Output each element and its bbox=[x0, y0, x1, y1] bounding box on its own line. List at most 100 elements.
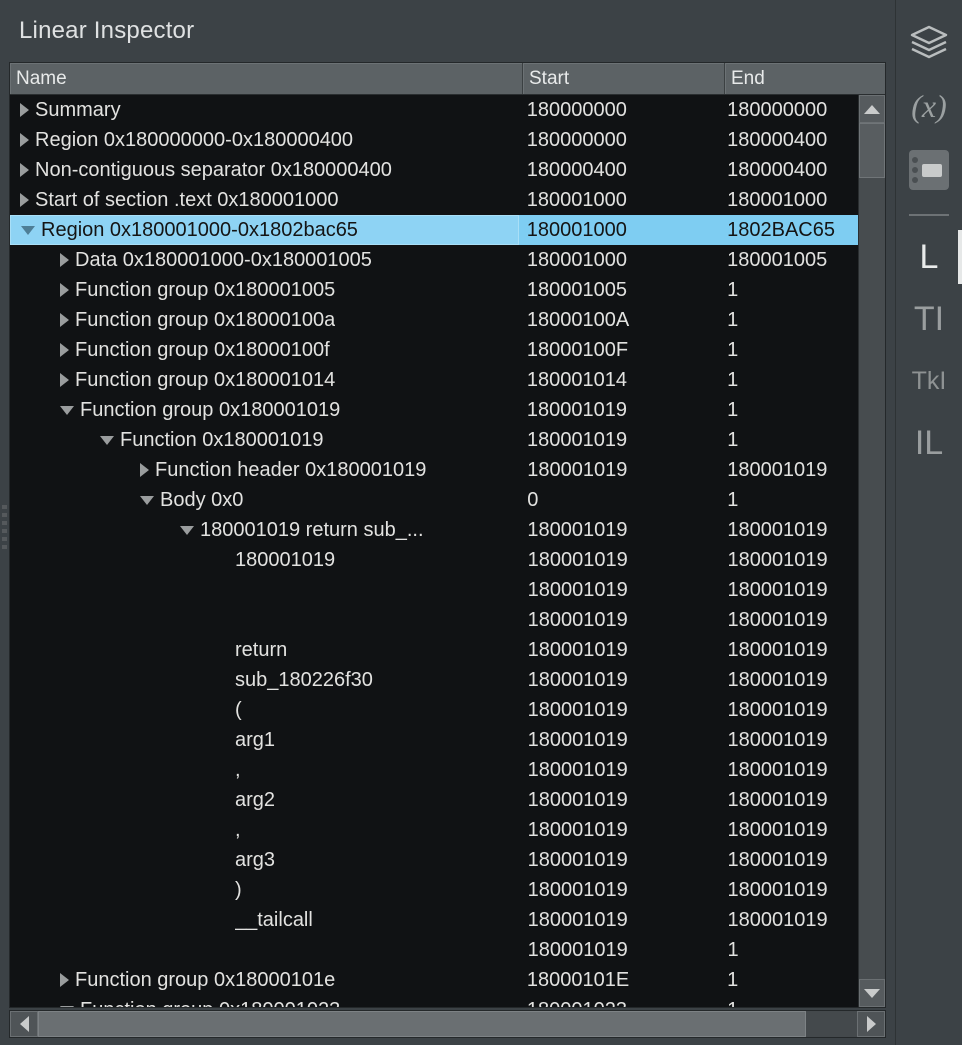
cell-end: 180001019 bbox=[727, 638, 828, 661]
cell-start: 180001019 bbox=[527, 458, 628, 481]
rail-tab-ti-label: TI bbox=[913, 299, 945, 338]
table-row[interactable]: Region 0x180000000-0x180000400 180000000 1… bbox=[10, 125, 858, 155]
cell-name: Function group 0x180001005 bbox=[10, 275, 519, 305]
cell-end: 1 bbox=[727, 428, 739, 451]
table-row[interactable]: Data 0x180001000-0x180001005 180001000 180… bbox=[10, 245, 858, 275]
table-row[interactable]: arg3 180001019 180001019 bbox=[10, 845, 858, 875]
horizontal-scroll-thumb[interactable] bbox=[38, 1011, 806, 1037]
table-row[interactable]: Non-contiguous separator 0x180000400 1800… bbox=[10, 155, 858, 185]
rail-tab-il[interactable]: IL bbox=[901, 412, 957, 474]
chevron-right-icon[interactable] bbox=[20, 193, 29, 207]
chevron-right-icon[interactable] bbox=[20, 163, 29, 177]
row-label: return bbox=[235, 638, 288, 661]
chevron-right-icon[interactable] bbox=[20, 103, 29, 117]
table-row[interactable]: (180001019 180001019 bbox=[10, 695, 858, 725]
chevron-down-icon[interactable] bbox=[21, 225, 35, 235]
chevron-down-icon[interactable] bbox=[60, 405, 74, 415]
chevron-right-icon[interactable] bbox=[140, 463, 149, 477]
linear-inspector-window: Linear Inspector Name Start End Summary 1… bbox=[0, 0, 962, 1045]
table-row[interactable]: 180001019 180001019 bbox=[10, 605, 858, 635]
table-row[interactable]: Function group 0x180001019 180001019 1 bbox=[10, 395, 858, 425]
chevron-down-icon[interactable] bbox=[180, 525, 194, 535]
table-row[interactable]: Function 0x180001019 180001019 1 bbox=[10, 425, 858, 455]
chevron-right-icon[interactable] bbox=[20, 133, 29, 147]
table-row[interactable]: 180001019 1 bbox=[10, 935, 858, 965]
chevron-right-icon[interactable] bbox=[60, 283, 69, 297]
cell-end: 180001019 bbox=[727, 728, 828, 751]
table-row[interactable]: return 180001019 180001019 bbox=[10, 635, 858, 665]
chevron-right-icon[interactable] bbox=[60, 373, 69, 387]
table-row[interactable]: ) 180001019 180001019 bbox=[10, 875, 858, 905]
table-row[interactable]: Function group 0x180001014 180001014 1 bbox=[10, 365, 858, 395]
cell-end: 180000400 bbox=[727, 128, 828, 151]
cell-name: 180001019 bbox=[10, 545, 520, 575]
table-row[interactable]: arg1 180001019 180001019 bbox=[10, 725, 858, 755]
table-row[interactable]: 180001019 180001019 bbox=[10, 575, 858, 605]
table-row[interactable]: 180001019 return sub_... 180001019 1800010… bbox=[10, 515, 858, 545]
table-row[interactable]: Region 0x180001000-0x1802bac65 180001000 1… bbox=[10, 215, 858, 245]
rail-tab-tki[interactable]: TkI bbox=[901, 350, 957, 412]
cell-end: 180001019 bbox=[727, 758, 828, 781]
horizontal-scrollbar[interactable] bbox=[9, 1010, 886, 1038]
chevron-down-icon[interactable] bbox=[140, 495, 154, 505]
row-label: Function group 0x180001019 bbox=[80, 398, 341, 421]
chevron-right-icon[interactable] bbox=[60, 253, 69, 267]
cell-start: 180001019 bbox=[527, 578, 628, 601]
row-label: Function group 0x18000100a bbox=[75, 308, 336, 331]
vertical-scroll-track[interactable] bbox=[859, 123, 885, 979]
column-header-start[interactable]: Start bbox=[523, 63, 725, 94]
chevron-down-icon[interactable] bbox=[100, 435, 114, 445]
column-header-end[interactable]: End bbox=[725, 63, 865, 94]
chevron-up-icon bbox=[864, 104, 880, 114]
table-row[interactable]: Function header 0x180001019 180001019 1800… bbox=[10, 455, 858, 485]
scroll-left-button[interactable] bbox=[10, 1011, 38, 1037]
table-row[interactable]: , 180001019 180001019 bbox=[10, 815, 858, 845]
cell-start: 180000000 bbox=[526, 128, 627, 151]
vertical-scrollbar[interactable] bbox=[858, 95, 885, 1007]
chevron-down-icon[interactable] bbox=[60, 1005, 74, 1007]
layers-icon[interactable] bbox=[901, 14, 957, 70]
table-row[interactable]: Function group 0x18000100f 18000100F 1 bbox=[10, 335, 858, 365]
cell-start: 180001000 bbox=[526, 248, 627, 271]
table-row[interactable]: Summary 180000000 180000000 bbox=[10, 95, 858, 125]
chevron-right-icon[interactable] bbox=[60, 973, 69, 987]
rail-tab-ti[interactable]: TI bbox=[901, 288, 957, 350]
horizontal-scroll-track[interactable] bbox=[38, 1011, 857, 1037]
cell-end: 1 bbox=[727, 338, 739, 361]
chevron-right-icon[interactable] bbox=[60, 343, 69, 357]
table-row[interactable]: Start of section .text 0x180001000 180001… bbox=[10, 185, 858, 215]
cell-start: 180001019 bbox=[527, 788, 628, 811]
table-row[interactable]: Function group 0x18000101e 18000101E 1 bbox=[10, 965, 858, 995]
cell-name: Function group 0x18000100a bbox=[10, 305, 519, 335]
cell-start: 180001014 bbox=[526, 368, 627, 391]
cell-end: 1 bbox=[727, 488, 739, 511]
table-row[interactable]: __tailcall 180001019 180001019 bbox=[10, 905, 858, 935]
table-row[interactable]: Function group 0x180001023 1800010231 bbox=[10, 995, 858, 1007]
panel-splitter-handle[interactable] bbox=[0, 505, 8, 549]
chevron-down-icon bbox=[864, 988, 880, 998]
table-row[interactable]: Function group 0x180001005 180001005 1 bbox=[10, 275, 858, 305]
notebook-icon[interactable] bbox=[901, 142, 957, 198]
table-row[interactable]: 180001019 180001019 180001019 bbox=[10, 545, 858, 575]
rail-tab-linear[interactable]: L bbox=[901, 226, 962, 288]
scroll-down-button[interactable] bbox=[859, 979, 885, 1007]
table-row[interactable]: Function group 0x18000100a 18000100A 1 bbox=[10, 305, 858, 335]
vertical-scroll-thumb[interactable] bbox=[859, 123, 885, 178]
row-label: 180001019 bbox=[235, 548, 336, 571]
table-row[interactable]: , 180001019 180001019 bbox=[10, 755, 858, 785]
table-row[interactable]: arg2 180001019 180001019 bbox=[10, 785, 858, 815]
chevron-left-icon bbox=[19, 1016, 29, 1032]
scroll-right-button[interactable] bbox=[857, 1011, 885, 1037]
scroll-up-button[interactable] bbox=[859, 95, 885, 123]
cell-end: 180001019 bbox=[727, 518, 828, 541]
row-label: Start of section .text 0x180001000 bbox=[35, 188, 339, 211]
chevron-right-icon[interactable] bbox=[60, 313, 69, 327]
column-header-name[interactable]: Name bbox=[10, 63, 523, 94]
row-label: sub_180226f30 bbox=[235, 668, 373, 691]
table-row[interactable]: Body 0x0 0 1 bbox=[10, 485, 858, 515]
cell-end: 180000000 bbox=[727, 98, 828, 121]
variable-icon[interactable]: (x) bbox=[901, 78, 957, 134]
cell-end: 180001005 bbox=[727, 248, 828, 271]
cell-name: ( bbox=[10, 695, 520, 725]
table-row[interactable]: sub_180226f30 180001019 180001019 bbox=[10, 665, 858, 695]
